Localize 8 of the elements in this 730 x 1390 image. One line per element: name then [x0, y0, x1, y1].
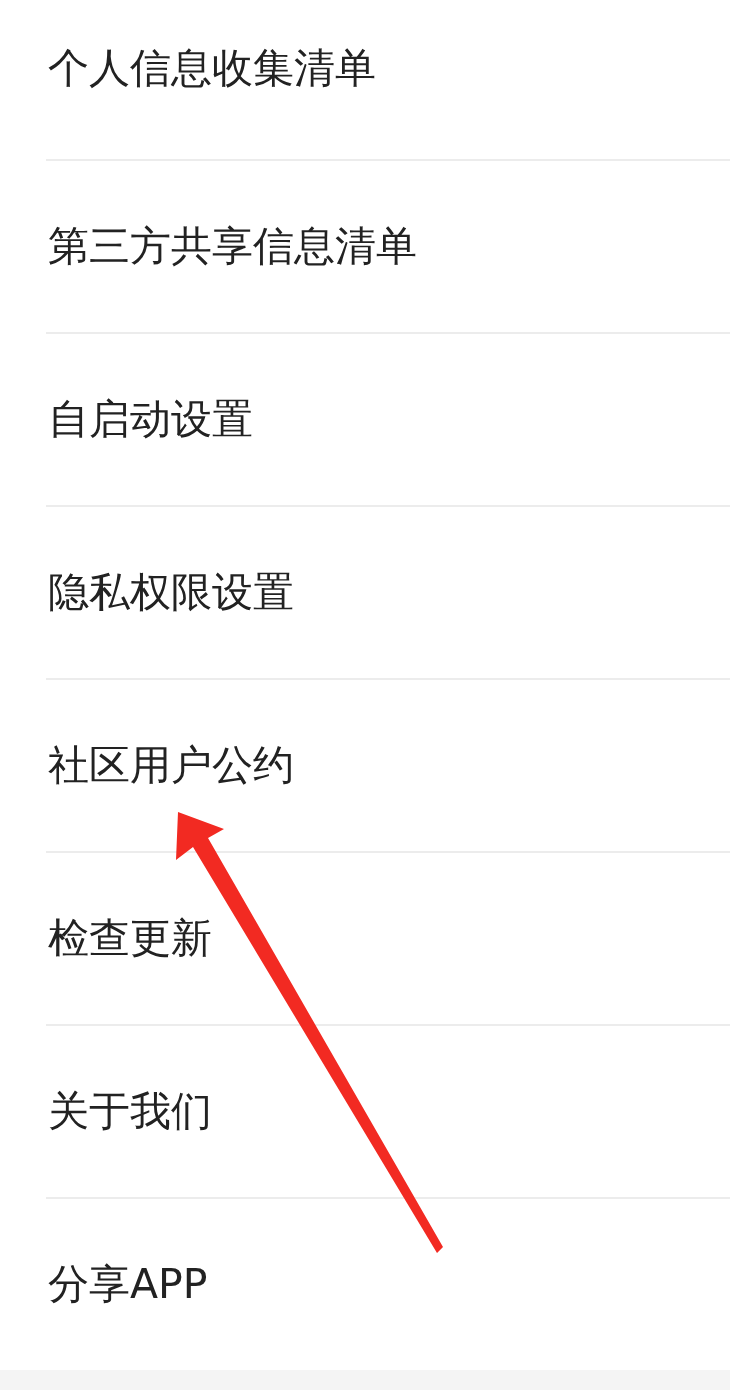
menu-item[interactable]: 分享APP: [48, 1264, 208, 1305]
menu-item[interactable]: 个人信息收集清单: [48, 48, 376, 89]
menu-item[interactable]: 自启动设置: [48, 399, 253, 440]
menu-item[interactable]: 隐私权限设置: [48, 572, 294, 613]
menu-item[interactable]: 检查更新: [48, 918, 212, 959]
menu-item[interactable]: 第三方共享信息清单: [48, 226, 417, 267]
menu-item[interactable]: 社区用户公约: [48, 745, 294, 786]
menu-item[interactable]: 关于我们: [48, 1091, 212, 1132]
